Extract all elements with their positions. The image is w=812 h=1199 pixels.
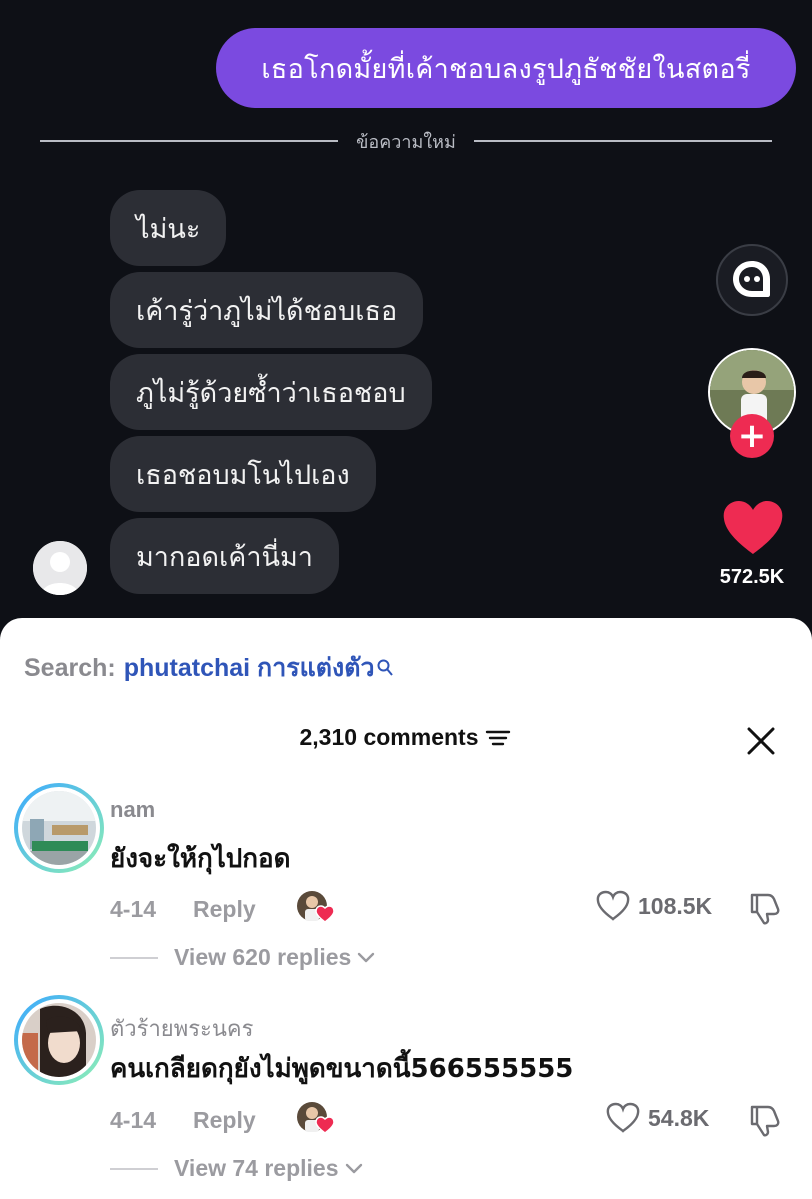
sort-filter-icon[interactable] [484,727,512,749]
avatar-photo [22,1003,96,1077]
follow-button[interactable]: + [730,414,774,458]
dislike-icon[interactable] [748,891,782,925]
heart-outline-icon [606,1102,640,1133]
avatar-ring [18,999,100,1081]
received-message-bubble: ไม่นะ [110,190,227,266]
reply-button[interactable]: Reply [193,896,256,923]
comment-like[interactable]: 108.5K [596,890,712,922]
avatar-ring [18,787,100,869]
heart-icon[interactable] [722,500,784,556]
search-icon [377,659,393,676]
replies-rule [110,1167,158,1170]
chat-icon [733,261,770,297]
chevron-down-icon [358,952,375,962]
view-replies[interactable]: View 620 replies [110,944,375,971]
comment-date: 4-14 [110,896,157,922]
heart-outline-icon [596,890,630,921]
dislike-icon[interactable] [748,1103,782,1137]
search-term[interactable]: phutatchai การแต่งตัว [124,648,375,688]
video-area[interactable]: เธอโกดมั้ยที่เค้าชอบลงรูปภูธัชชัยในสตอรี… [0,0,812,640]
divider-label: ข้อความใหม่ [356,131,456,153]
received-message-bubble: ภูไม่รู้ด้วยซ้ำว่าเธอชอบ [110,354,432,430]
received-message-bubble: เค้ารู่ว่าภูไม่ได้ชอบเธอ [110,272,424,348]
sender-avatar [33,541,87,595]
search-label: Search: [24,653,116,682]
divider-line [40,140,339,142]
view-replies-label: View 74 replies [174,1155,339,1181]
replies-rule [110,956,158,959]
comments-header: 2,310 comments [0,724,812,751]
commenter-avatar[interactable] [14,995,104,1085]
chevron-down-icon [345,1163,362,1173]
creator-liked-badge [297,891,335,924]
close-icon[interactable] [744,724,778,758]
view-replies[interactable]: View 74 replies [110,1155,363,1182]
commenter-photo [22,1003,96,1077]
comment-date: 4-14 [110,1107,157,1133]
comment-like-count: 108.5K [638,892,713,919]
comment-count: 2,310 comments [299,724,479,750]
commenter-avatar[interactable] [14,783,104,873]
comment-username[interactable]: nam [110,797,155,823]
commenter-photo [22,791,96,865]
chat-button[interactable] [716,244,788,316]
comment-text: ยังจะให้กุไปกอด [110,844,291,874]
view-replies-label: View 620 replies [174,944,352,970]
divider-line [473,140,773,142]
received-message-bubble: มากอดเค้านี่มา [110,518,339,594]
search-suggestion[interactable]: Search: phutatchai การแต่งตัว [24,648,393,688]
plus-icon: + [737,416,767,456]
reply-button[interactable]: Reply [193,1107,256,1134]
sent-message-bubble: เธอโกดมั้ยที่เค้าชอบลงรูปภูธัชชัยในสตอรี… [216,28,796,108]
received-message-bubble: เธอชอบมโนไปเอง [110,436,376,512]
comment-like-count: 54.8K [648,1104,710,1131]
comment-username[interactable]: ตัวร้ายพระนคร [110,1011,253,1046]
like-count: 572.5K [719,566,785,588]
creator-liked-badge [297,1102,335,1135]
new-messages-divider: ข้อความใหม่ [40,126,773,156]
avatar-photo [22,791,96,865]
default-user-icon [33,541,87,595]
comment-like[interactable]: 54.8K [606,1102,709,1134]
comment-text: คนเกลียดกุยังไม่พูดขนาดนี้566555555 [110,1054,574,1084]
